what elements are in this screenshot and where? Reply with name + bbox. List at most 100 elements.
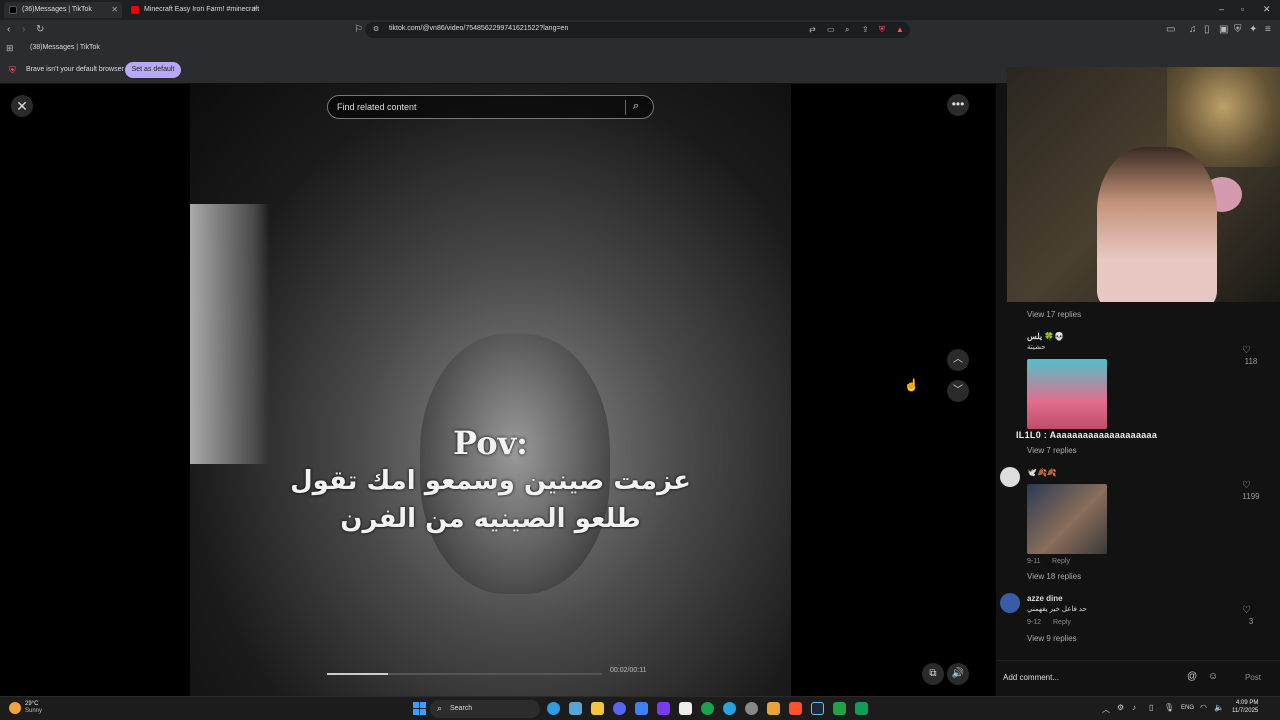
comment-sticker-image: [1027, 359, 1107, 429]
forward-icon[interactable]: ›: [22, 24, 25, 36]
brave-shield-icon[interactable]: ⛨: [879, 24, 885, 36]
youtube-icon: [131, 6, 139, 14]
tiktok-app-icon[interactable]: [679, 702, 692, 715]
webcam-overlay: [1007, 67, 1280, 302]
video-progress-bar[interactable]: [327, 673, 602, 675]
comment-image[interactable]: [1027, 484, 1107, 554]
minecraft-icon[interactable]: [833, 702, 846, 715]
wallet-icon[interactable]: ▣: [1219, 24, 1228, 36]
clock-time[interactable]: 4:09 PM: [1236, 700, 1258, 706]
notes-icon[interactable]: [635, 702, 648, 715]
panel-icon[interactable]: ▯: [1204, 24, 1210, 36]
like-icon[interactable]: ♡: [1242, 605, 1251, 616]
view-replies-button[interactable]: View 7 replies: [1027, 446, 1077, 455]
menu-icon[interactable]: ≡: [1265, 24, 1271, 36]
wifi-icon[interactable]: ◠: [1200, 703, 1207, 712]
view-replies-button[interactable]: View 9 replies: [1027, 634, 1077, 643]
like-icon[interactable]: ♡: [1242, 345, 1251, 356]
comment-author[interactable]: يلس 🍀💀: [1027, 332, 1064, 341]
url-text: tiktok.com/@vn86/video/75485622997416215…: [389, 25, 569, 32]
video-progress-fill: [327, 673, 388, 675]
like-count: 3: [1248, 617, 1254, 626]
search-icon[interactable]: ⌕: [633, 100, 639, 113]
maximize-icon[interactable]: ▫: [1241, 4, 1244, 14]
close-icon[interactable]: ✕: [11, 95, 33, 117]
zoom-icon[interactable]: ⌕: [845, 24, 849, 36]
sheets-icon[interactable]: [855, 702, 868, 715]
obs-icon[interactable]: [745, 702, 758, 715]
bookmark-icon[interactable]: ⚐: [354, 24, 363, 36]
comment-author[interactable]: 🕊️🍂🍂: [1027, 468, 1057, 477]
close-window-icon[interactable]: ✕: [1263, 4, 1271, 15]
video-player[interactable]: Pov: عزمت صينين وسمعو امك تقول طلعو الصي…: [190, 84, 791, 696]
tab-strip: (36)Messages | TikTok ✕ Minecraft Easy I…: [0, 0, 1280, 20]
cast-icon[interactable]: ▭: [827, 24, 835, 36]
avatar[interactable]: [1000, 467, 1020, 487]
close-icon[interactable]: ✕: [111, 2, 118, 18]
address-bar[interactable]: ⚙ tiktok.com/@vn86/video/754856229974162…: [365, 22, 910, 38]
avatar[interactable]: [1000, 593, 1020, 613]
chrome-icon[interactable]: [767, 702, 780, 715]
share-icon[interactable]: ⇪: [862, 24, 869, 36]
media-icon[interactable]: ♫: [1189, 24, 1197, 36]
comment-author[interactable]: azze dine: [1027, 594, 1063, 603]
more-options-icon[interactable]: •••: [947, 94, 969, 116]
weather-icon[interactable]: [9, 702, 21, 714]
leo-icon[interactable]: ✦: [1249, 24, 1257, 36]
discord-icon[interactable]: [613, 702, 626, 715]
sidebar-icon[interactable]: ▭: [1166, 24, 1175, 36]
caption-line-2: طلعو الصينيه من الفرن: [340, 504, 641, 534]
taskbar-search[interactable]: ⌕ Search: [430, 700, 540, 718]
emoji-icon[interactable]: ☺: [1208, 671, 1218, 682]
picture-in-picture-icon[interactable]: ⧉: [922, 663, 944, 685]
infobar-text: Brave isn't your default browser: [26, 66, 124, 73]
next-video-icon[interactable]: ﹀: [947, 380, 969, 402]
steam-icon[interactable]: [811, 702, 824, 715]
bookmark-tiktok-messages[interactable]: (38)Messages | TikTok: [30, 44, 100, 51]
video-subject: [420, 334, 610, 594]
previous-video-icon[interactable]: ︿: [947, 349, 969, 371]
xbox-icon[interactable]: [701, 702, 714, 715]
new-tab-button[interactable]: +: [252, 4, 257, 14]
back-icon[interactable]: ‹: [7, 24, 10, 36]
search-bar[interactable]: Find related content ⌕: [327, 95, 654, 119]
brave-rewards-icon[interactable]: ▲: [896, 24, 904, 36]
edge-icon[interactable]: [547, 702, 560, 715]
apps-grid-icon[interactable]: ⊞: [6, 42, 14, 54]
tray-app-icon[interactable]: ⚙: [1117, 703, 1124, 712]
speaker-icon[interactable]: 🔈: [1214, 703, 1224, 712]
tray-chevron-icon[interactable]: ︿: [1102, 704, 1110, 715]
file-explorer-icon[interactable]: [591, 702, 604, 715]
telegram-icon[interactable]: [723, 702, 736, 715]
language-indicator[interactable]: ENG: [1181, 705, 1194, 711]
translate-icon[interactable]: ⇄: [809, 24, 816, 36]
tab-tiktok-messages[interactable]: (36)Messages | TikTok ✕: [4, 2, 122, 18]
reply-button[interactable]: Reply: [1052, 558, 1070, 565]
brave-icon[interactable]: [789, 702, 802, 715]
reply-button[interactable]: Reply: [1053, 619, 1071, 626]
comment-input[interactable]: Add comment...: [1003, 673, 1059, 682]
tray-mic-icon[interactable]: 🎙: [1164, 703, 1174, 712]
weather-description: Sunny: [25, 708, 43, 714]
tab-label: Minecraft Easy Iron Farm! #minecraft: [144, 6, 260, 13]
search-icon: ⌕: [437, 703, 443, 713]
vpn-icon[interactable]: ⛨: [1234, 24, 1242, 36]
clock-date[interactable]: 11/7/2025: [1232, 708, 1258, 714]
post-button[interactable]: Post: [1245, 673, 1261, 682]
video-timecode: 00:02/00:11: [610, 667, 647, 674]
tab-minecraft[interactable]: Minecraft Easy Iron Farm! #minecraft: [126, 2, 259, 18]
like-icon[interactable]: ♡: [1242, 480, 1251, 491]
mail-icon[interactable]: [569, 702, 582, 715]
obsidian-icon[interactable]: [657, 702, 670, 715]
tray-battery-icon[interactable]: ▯: [1149, 703, 1153, 712]
view-replies-button[interactable]: View 17 replies: [1027, 310, 1081, 319]
mention-icon[interactable]: @: [1187, 671, 1197, 682]
reload-icon[interactable]: ↻: [36, 24, 44, 36]
windows-start-icon[interactable]: [413, 702, 426, 715]
volume-icon[interactable]: 🔊: [947, 663, 969, 685]
view-replies-button[interactable]: View 18 replies: [1027, 572, 1081, 581]
site-info-icon[interactable]: ⚙: [373, 24, 379, 36]
set-as-default-button[interactable]: Set as default: [125, 62, 181, 78]
minimize-icon[interactable]: –: [1219, 4, 1224, 14]
tray-audio-icon[interactable]: ♪: [1132, 703, 1136, 712]
